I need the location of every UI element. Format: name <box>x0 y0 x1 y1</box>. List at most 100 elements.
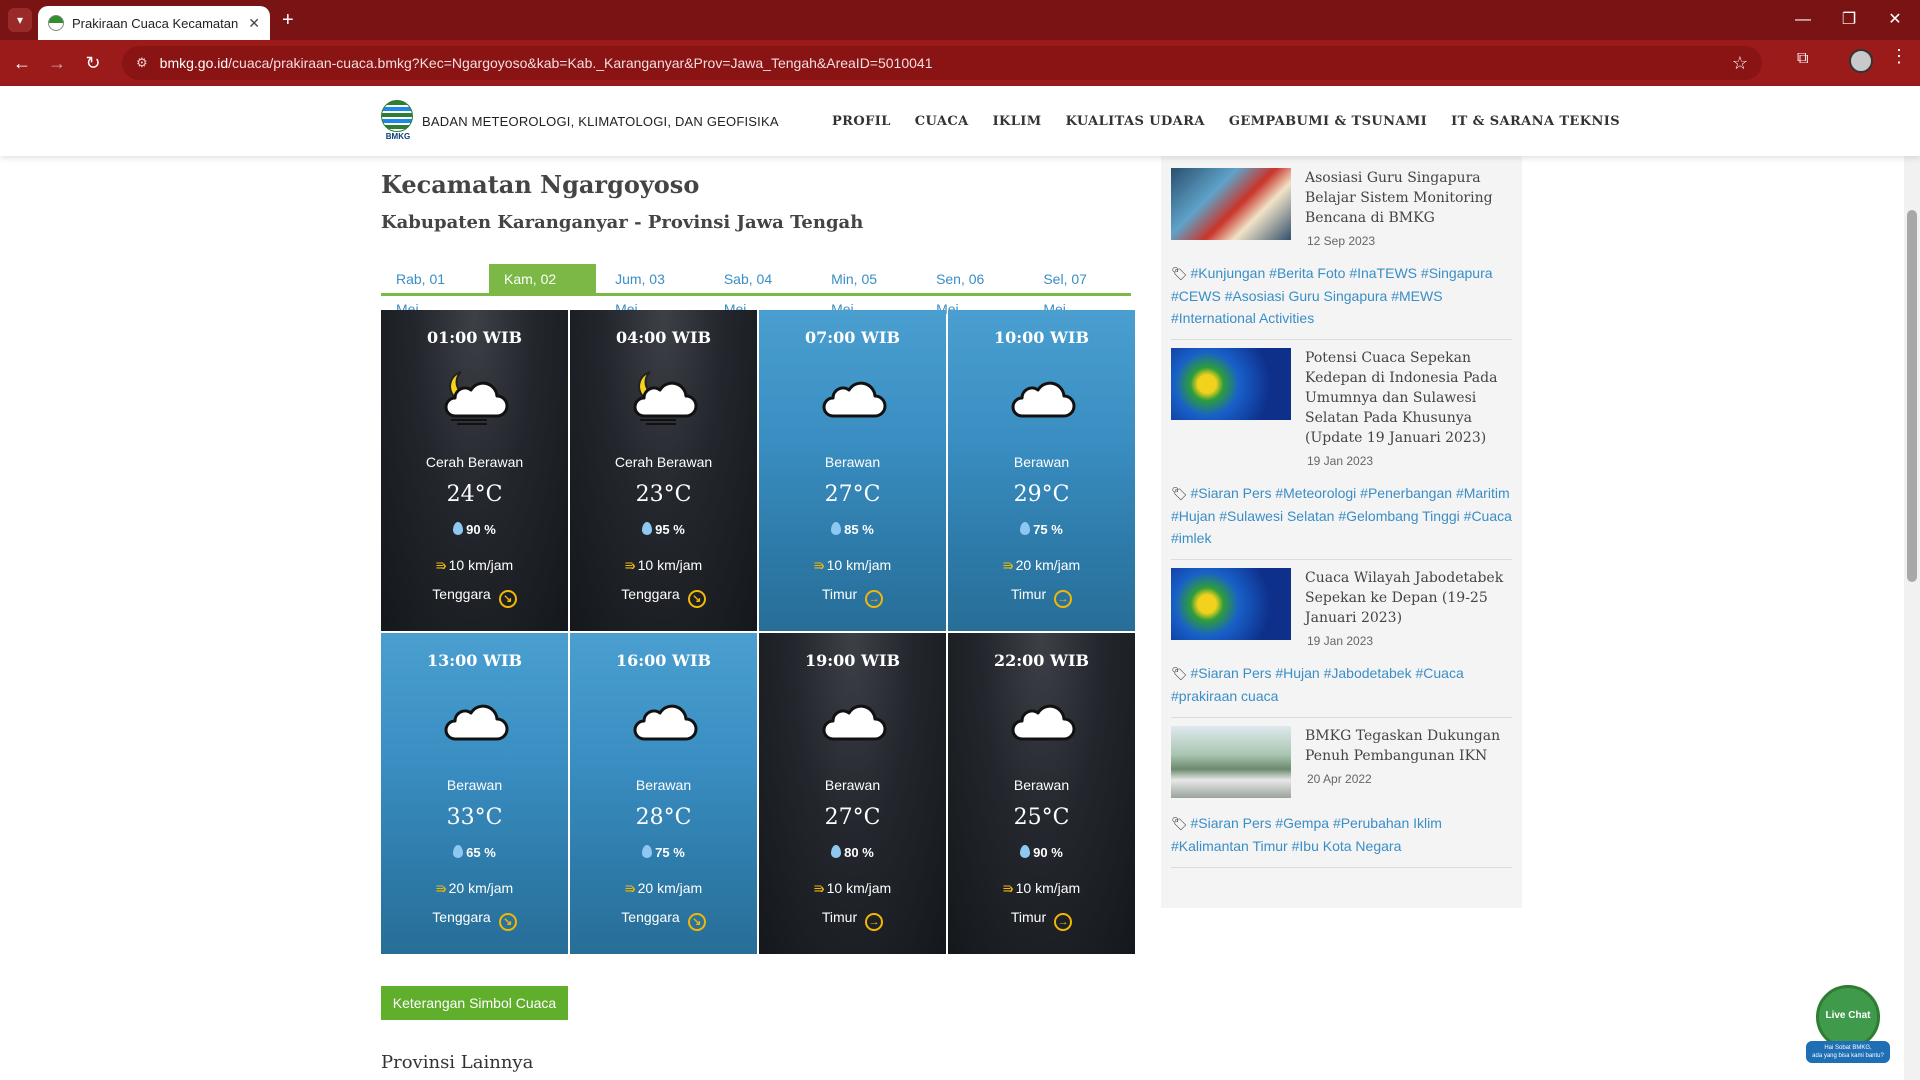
day-tab[interactable]: Sab, 04 Mei <box>709 264 812 317</box>
day-tab[interactable]: Kam, 02 Mei <box>489 264 597 317</box>
news-tag[interactable]: #Sulawesi Selatan <box>1219 508 1334 524</box>
site-info-icon[interactable]: ⚙ <box>136 55 148 71</box>
news-thumbnail[interactable] <box>1171 726 1291 798</box>
bmkg-logo[interactable]: BMKG <box>381 100 415 141</box>
humidity-drop-icon <box>642 522 653 535</box>
news-title[interactable]: BMKG Tegaskan Dukungan Penuh Pembangunan… <box>1305 726 1512 766</box>
news-thumbnail[interactable] <box>1171 568 1291 640</box>
wind-icon: ≡› <box>624 557 636 573</box>
news-tag[interactable]: #Perubahan Iklim <box>1333 815 1442 831</box>
day-tab[interactable]: Sel, 07 Mei <box>1028 264 1127 317</box>
nav-kualitas-udara[interactable]: KUALITAS UDARA <box>1066 114 1205 129</box>
tab-list-chevron-icon[interactable]: ▾ <box>8 8 32 32</box>
forecast-wind-direction: Tenggara ↘ <box>570 586 757 608</box>
news-tag[interactable]: #Siaran Pers <box>1191 815 1272 831</box>
nav-cuaca[interactable]: CUACA <box>915 114 969 129</box>
forward-arrow-icon[interactable]: → <box>44 50 70 76</box>
news-tag[interactable]: #Gempa <box>1275 815 1329 831</box>
close-window-icon[interactable]: ✕ <box>1872 6 1918 34</box>
day-tabs: Rab, 01 Mei Kam, 02 Mei Jum, 03 Mei Sab, 04… <box>381 264 1131 317</box>
browser-menu-icon[interactable]: ⋮ <box>1890 46 1908 67</box>
humidity-drop-icon <box>642 845 653 858</box>
news-tag[interactable]: #Hujan <box>1275 665 1319 681</box>
forecast-condition: Cerah Berawan <box>425 454 524 470</box>
nav-iklim[interactable]: IKLIM <box>993 114 1042 129</box>
news-tag[interactable]: #Ibu Kota Negara <box>1292 838 1402 854</box>
reload-icon[interactable]: ↻ <box>80 50 106 76</box>
nav-profil[interactable]: PROFIL <box>832 114 891 129</box>
other-provinces-heading: Provinsi Lainnya <box>381 1052 534 1073</box>
news-item: Cuaca Wilayah Jabodetabek Sepekan ke Dep… <box>1171 560 1512 718</box>
news-tag[interactable]: #Cuaca <box>1415 665 1463 681</box>
news-tag[interactable]: #Asosiasi Guru Singapura <box>1225 288 1388 304</box>
back-arrow-icon[interactable]: ← <box>9 50 35 76</box>
minimize-icon[interactable]: — <box>1780 6 1826 34</box>
wind-direction-compass-icon: → <box>1054 913 1073 931</box>
forecast-card: 13:00 WIB Berawan 33°C 65 % ≡› 20 km/jam Tengg… <box>381 633 568 954</box>
extensions-puzzle-icon[interactable]: ⧉ <box>1797 50 1808 68</box>
url-host: bmkg.go.id <box>159 55 229 71</box>
news-tag[interactable]: #Singapura <box>1421 265 1493 281</box>
news-tag[interactable]: #Cuaca <box>1464 508 1512 524</box>
new-tab-plus-icon[interactable]: + <box>282 8 294 32</box>
day-tab[interactable]: Min, 05 Mei <box>816 264 917 317</box>
bookmark-star-icon[interactable]: ☆ <box>1732 53 1748 74</box>
forecast-temperature: 24°C <box>446 482 503 507</box>
nav-it-sarana-teknis[interactable]: IT & SARANA TEKNIS <box>1451 114 1620 129</box>
browser-tab[interactable]: Prakiraan Cuaca Kecamatan Ng ✕ <box>38 6 270 40</box>
news-tag[interactable]: #International Activities <box>1171 310 1314 326</box>
news-tag[interactable]: #Siaran Pers <box>1191 485 1272 501</box>
restore-icon[interactable]: ❐ <box>1826 6 1872 34</box>
org-name[interactable]: BADAN METEOROLOGI, KLIMATOLOGI, DAN GEOF… <box>422 114 779 129</box>
browser-toolbar: ← → ↻ ⚙ bmkg.go.id/cuaca/prakiraan-cuaca… <box>0 40 1920 86</box>
live-chat-widget[interactable]: Live Chat Hai Sobat BMKG, ada yang bisa … <box>1806 985 1890 1071</box>
news-title[interactable]: Cuaca Wilayah Jabodetabek Sepekan ke Dep… <box>1305 568 1512 628</box>
address-bar[interactable]: ⚙ bmkg.go.id/cuaca/prakiraan-cuaca.bmkg?… <box>122 46 1762 80</box>
news-tag[interactable]: #MEWS <box>1391 288 1442 304</box>
news-title[interactable]: Asosiasi Guru Singapura Belajar Sistem M… <box>1305 168 1512 228</box>
news-tag[interactable]: #Kunjungan <box>1191 265 1266 281</box>
wind-direction-compass-icon: ↘ <box>687 590 706 608</box>
profile-avatar[interactable] <box>1849 49 1873 73</box>
news-tag[interactable]: #Penerbangan <box>1360 485 1452 501</box>
forecast-time: 13:00 WIB <box>427 651 522 670</box>
page-content: Kecamatan Ngargoyoso Kabupaten Karangany… <box>0 156 1920 1080</box>
wind-direction-label: Timur <box>1010 909 1047 925</box>
news-tag[interactable]: #Meteorologi <box>1275 485 1356 501</box>
news-title[interactable]: Potensi Cuaca Sepekan Kedepan di Indones… <box>1305 348 1512 448</box>
day-tab[interactable]: Jum, 03 Mei <box>600 264 705 317</box>
day-tab[interactable]: Rab, 01 Mei <box>381 264 485 317</box>
news-tag[interactable]: #Jabodetabek <box>1324 665 1412 681</box>
news-tag[interactable]: #Hujan <box>1171 508 1215 524</box>
weather-symbol-legend-button[interactable]: Keterangan Simbol Cuaca <box>381 986 568 1020</box>
day-tab[interactable]: Sen, 06 Mei <box>921 264 1024 317</box>
forecast-card: 10:00 WIB Berawan 29°C 75 % ≡› 20 km/jam Timur… <box>948 310 1135 631</box>
news-tag[interactable]: #prakiraan cuaca <box>1171 688 1278 704</box>
cloud-icon <box>1006 689 1078 749</box>
scrollbar-thumb[interactable] <box>1907 210 1917 582</box>
news-tag[interactable]: #CEWS <box>1171 288 1221 304</box>
forecast-wind-direction: Timur → <box>948 909 1135 931</box>
wind-direction-label: Timur <box>1010 586 1047 602</box>
news-tag[interactable]: #InaTEWS <box>1349 265 1417 281</box>
live-chat-bubble[interactable]: Live Chat <box>1816 985 1880 1049</box>
news-tag[interactable]: #imlek <box>1171 530 1211 546</box>
wind-direction-label: Tenggara <box>432 909 491 925</box>
close-tab-icon[interactable]: ✕ <box>248 15 260 32</box>
forecast-temperature: 25°C <box>1013 805 1070 830</box>
wind-speed: 10 km/jam <box>826 557 892 573</box>
news-thumbnail[interactable] <box>1171 168 1291 240</box>
news-tag[interactable]: #Gelombang Tinggi <box>1338 508 1459 524</box>
news-tag[interactable]: #Berita Foto <box>1269 265 1345 281</box>
news-tag[interactable]: #Kalimantan Timur <box>1171 838 1288 854</box>
live-chat-caption: Hai Sobat BMKG, ada yang bisa kami bantu… <box>1806 1041 1890 1063</box>
news-tags: 🏷 #Siaran Pers #Gempa #Perubahan Iklim #K… <box>1171 812 1512 857</box>
news-tag[interactable]: #Siaran Pers <box>1191 665 1272 681</box>
page-title: Kecamatan Ngargoyoso <box>381 170 700 199</box>
nav-gempabumi-tsunami[interactable]: GEMPABUMI & TSUNAMI <box>1229 114 1427 129</box>
news-thumbnail[interactable] <box>1171 348 1291 420</box>
news-tag[interactable]: #Maritim <box>1456 485 1510 501</box>
wind-icon: ≡› <box>624 880 636 896</box>
forecast-humidity: 75 % <box>570 845 757 860</box>
wind-direction-label: Timur <box>821 586 858 602</box>
